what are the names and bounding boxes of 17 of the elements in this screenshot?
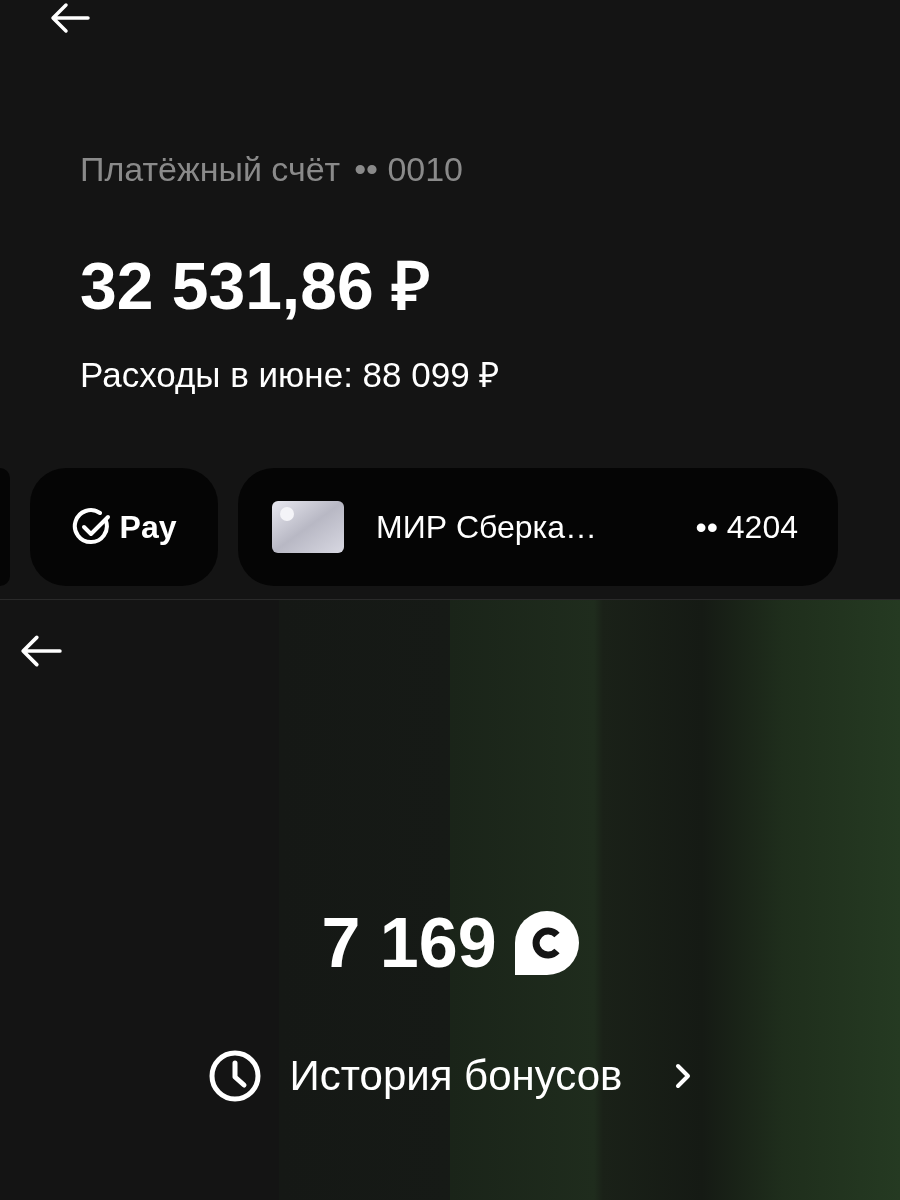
card-icon [272, 500, 344, 553]
clock-icon [207, 1048, 262, 1103]
account-label: Платёжный счёт [80, 149, 341, 190]
bonus-history-link[interactable]: История бонусов [207, 1044, 693, 1107]
pay-chip[interactable]: Pay [30, 467, 218, 586]
card-number: •• 4204 [695, 507, 798, 547]
bonus-amount: 7 169 [321, 908, 497, 978]
monthly-expenses: Расходы в июне: 88 099 ₽ [79, 354, 501, 396]
back-arrow-icon[interactable] [50, 2, 90, 34]
account-balance: 32 531,86 ₽ [79, 253, 431, 319]
card-chip[interactable]: МИР Сберка… •• 4204 [238, 467, 838, 586]
account-number: •• 0010 [354, 149, 464, 190]
chevron-right-icon [674, 1061, 693, 1090]
bonus-logo-icon [514, 911, 579, 975]
check-circle-icon [71, 506, 112, 547]
card-name: МИР Сберка… [376, 507, 598, 547]
back-arrow-icon[interactable] [20, 634, 62, 668]
